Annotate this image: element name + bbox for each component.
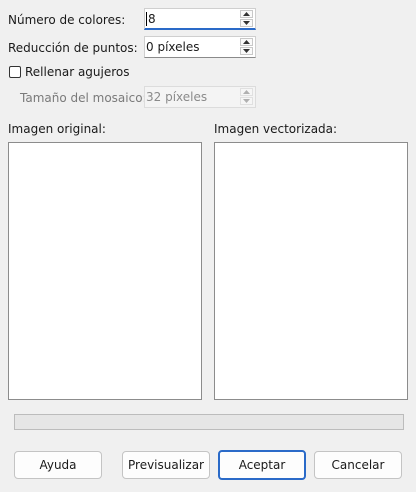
dot-reduction-value: 0 píxeles <box>146 40 200 54</box>
original-image-label: Imagen original: <box>8 122 106 136</box>
fill-holes-checkbox[interactable] <box>9 66 21 78</box>
num-colors-label: Número de colores: <box>8 13 126 27</box>
fill-holes-label[interactable]: Rellenar agujeros <box>25 64 130 80</box>
chevron-down-icon <box>243 21 250 25</box>
tile-size-label: Tamaño del mosaico: <box>20 91 147 105</box>
spin-up-button[interactable] <box>240 38 253 46</box>
chevron-down-icon <box>243 49 250 53</box>
spin-up-button[interactable] <box>240 10 253 18</box>
vectorized-image-label: Imagen vectorizada: <box>214 122 338 136</box>
dot-reduction-spinbox[interactable]: 0 píxeles <box>144 36 256 58</box>
chevron-up-icon <box>243 40 250 44</box>
preview-button[interactable]: Previsualizar <box>122 451 210 479</box>
spin-down-button[interactable] <box>240 47 253 55</box>
tile-size-spinbox[interactable]: 32 píxeles <box>144 86 256 108</box>
spin-down-button[interactable] <box>240 97 253 105</box>
tile-size-value: 32 píxeles <box>146 90 208 104</box>
chevron-up-icon <box>243 12 250 16</box>
original-image-preview <box>8 142 202 400</box>
num-colors-spinbox[interactable]: 8 <box>144 8 256 30</box>
chevron-down-icon <box>243 99 250 103</box>
dot-reduction-label: Reducción de puntos: <box>8 41 138 55</box>
ok-button[interactable]: Aceptar <box>218 450 306 480</box>
text-caret <box>146 12 147 26</box>
vectorized-image-preview <box>214 142 408 400</box>
spin-down-button[interactable] <box>240 19 253 27</box>
help-button[interactable]: Ayuda <box>14 451 102 479</box>
num-colors-value: 8 <box>148 12 156 26</box>
progress-bar <box>14 414 404 430</box>
spin-up-button[interactable] <box>240 88 253 96</box>
chevron-up-icon <box>243 90 250 94</box>
cancel-button[interactable]: Cancelar <box>314 451 402 479</box>
